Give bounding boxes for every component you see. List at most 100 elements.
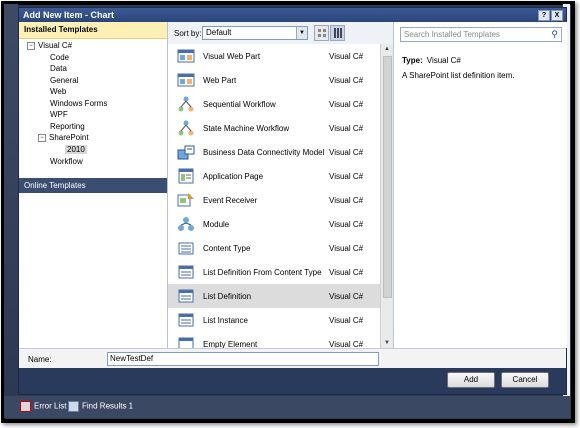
search-placeholder: Search Installed Templates <box>404 30 500 39</box>
name-row: Name: NewTestDef <box>19 348 566 369</box>
name-label: Name: <box>28 355 52 364</box>
tree-item-label: WPF <box>50 110 68 119</box>
template-name: Sequential Workflow <box>203 100 276 109</box>
template-name: List Definition <box>203 292 252 301</box>
list-icon <box>177 288 195 304</box>
tree-item[interactable]: Workflow <box>50 156 83 167</box>
find-results-tab[interactable]: Find Results 1 <box>68 401 133 412</box>
web-part-icon <box>177 72 195 88</box>
bdc-model-icon <box>177 144 195 160</box>
template-name: Visual Web Part <box>203 52 261 61</box>
template-language: Visual C# <box>329 124 364 133</box>
template-language: Visual C# <box>329 196 364 205</box>
template-row[interactable]: State Machine Workflow Visual C# <box>168 116 380 140</box>
chevron-down-icon[interactable]: ▼ <box>296 27 307 39</box>
template-name: Event Receiver <box>203 196 258 205</box>
sort-by-select[interactable]: Default ▼ <box>202 26 308 40</box>
template-row[interactable]: Application Page Visual C# <box>168 164 380 188</box>
template-row[interactable]: Sequential Workflow Visual C# <box>168 92 380 116</box>
workflow-icon <box>177 96 195 112</box>
dialog-titlebar: Add New Item - Chart ? X <box>19 8 566 22</box>
type-value: Visual C# <box>426 56 461 65</box>
template-language: Visual C# <box>329 244 364 253</box>
template-row[interactable]: Visual Web Part Visual C# <box>168 44 380 68</box>
template-details-pane: Search Installed Templates ⚲ Type: Visual… <box>393 22 567 348</box>
template-name: Web Part <box>203 76 237 85</box>
dialog-title: Add New Item - Chart <box>23 10 115 20</box>
details-view-icon <box>334 28 342 38</box>
template-language: Visual C# <box>329 148 364 157</box>
tree-item[interactable]: 2010 <box>65 144 87 155</box>
template-row[interactable]: List Definition From Content Type Visual … <box>168 260 380 284</box>
tree-item[interactable]: Reporting <box>50 121 85 132</box>
search-icon[interactable]: ⚲ <box>551 29 558 40</box>
template-language: Visual C# <box>329 100 364 109</box>
error-list-tab[interactable]: Error List <box>20 401 66 412</box>
online-templates-item[interactable]: Online Templates <box>19 178 167 193</box>
list-toolbar: Sort by: Default ▼ <box>168 22 393 44</box>
templates-tree-pane: Installed Templates − Visual C# Code Data Ge… <box>19 22 168 348</box>
tree-item-label: Code <box>50 53 70 62</box>
tree-item[interactable]: − Visual C# <box>27 40 72 51</box>
find-results-icon <box>68 401 79 412</box>
template-row[interactable]: List Definition Visual C# <box>168 284 380 308</box>
template-language: Visual C# <box>329 220 364 229</box>
close-button[interactable]: X <box>551 10 563 21</box>
name-input[interactable]: NewTestDef <box>107 352 379 366</box>
template-name: Content Type <box>203 244 251 253</box>
small-icons-view-button[interactable] <box>314 25 329 41</box>
tree-item[interactable]: − SharePoint <box>38 132 89 143</box>
template-name: List Instance <box>203 316 248 325</box>
dialog-button-row: Add Cancel <box>19 368 566 394</box>
list-icon <box>177 264 195 280</box>
template-name: Module <box>203 220 230 229</box>
scrollbar-thumb[interactable] <box>383 56 392 298</box>
template-type: Type: Visual C# <box>402 56 461 65</box>
template-row[interactable]: Business Data Connectivity Model Visual C… <box>168 140 380 164</box>
tree-item[interactable]: Data <box>50 63 67 74</box>
template-name: Empty Element <box>203 340 258 348</box>
tree-item-label: Windows Forms <box>50 99 108 108</box>
template-description: A SharePoint list definition item. <box>402 71 515 80</box>
installed-templates-label: Installed Templates <box>24 25 98 34</box>
installed-templates-header[interactable]: Installed Templates <box>19 22 167 39</box>
help-button[interactable]: ? <box>538 10 550 21</box>
small-icons-view-icon <box>318 29 326 37</box>
template-row[interactable]: Event Receiver Visual C# <box>168 188 380 212</box>
tree-item[interactable]: General <box>50 75 78 86</box>
tree-item[interactable]: Code <box>50 52 69 63</box>
template-row[interactable]: Empty Element Visual C# <box>168 332 380 348</box>
content-type-icon <box>177 240 195 256</box>
tree-item-label: Reporting <box>50 122 85 131</box>
template-row[interactable]: List Instance Visual C# <box>168 308 380 332</box>
ide-statusbar: Error List Find Results 1 <box>4 396 570 418</box>
tree-item[interactable]: WPF <box>50 109 68 120</box>
tree-item-label: SharePoint <box>49 133 89 142</box>
template-row[interactable]: Content Type Visual C# <box>168 236 380 260</box>
template-row[interactable]: Module Visual C# <box>168 212 380 236</box>
scroll-down-icon[interactable]: ▼ <box>381 338 393 348</box>
search-templates-input[interactable]: Search Installed Templates ⚲ <box>400 27 562 42</box>
tree-expander-icon[interactable]: − <box>27 41 35 50</box>
tree-item[interactable]: Windows Forms <box>50 98 107 109</box>
tree-expander-icon[interactable]: − <box>38 133 46 142</box>
find-results-label: Find Results 1 <box>82 401 134 411</box>
tree-item-label: 2010 <box>65 145 87 154</box>
templates-scrollbar[interactable]: ▲ ▼ <box>380 44 393 348</box>
scroll-up-icon[interactable]: ▲ <box>381 44 393 54</box>
template-language: Visual C# <box>329 268 364 277</box>
add-button[interactable]: Add <box>447 372 495 388</box>
tree-item[interactable]: Web <box>50 86 66 97</box>
template-row[interactable]: Web Part Visual C# <box>168 68 380 92</box>
cancel-button[interactable]: Cancel <box>501 372 549 388</box>
ide-left-strip <box>4 4 18 396</box>
tree-item-label: General <box>50 76 79 85</box>
element-icon <box>177 336 195 348</box>
workflow-icon <box>177 120 195 136</box>
details-view-button[interactable] <box>330 25 345 41</box>
error-list-icon <box>20 401 31 412</box>
web-part-icon <box>177 48 195 64</box>
module-icon <box>177 216 195 232</box>
event-receiver-icon <box>177 192 195 208</box>
add-new-item-dialog: Add New Item - Chart ? X Installed Templ… <box>18 7 567 395</box>
